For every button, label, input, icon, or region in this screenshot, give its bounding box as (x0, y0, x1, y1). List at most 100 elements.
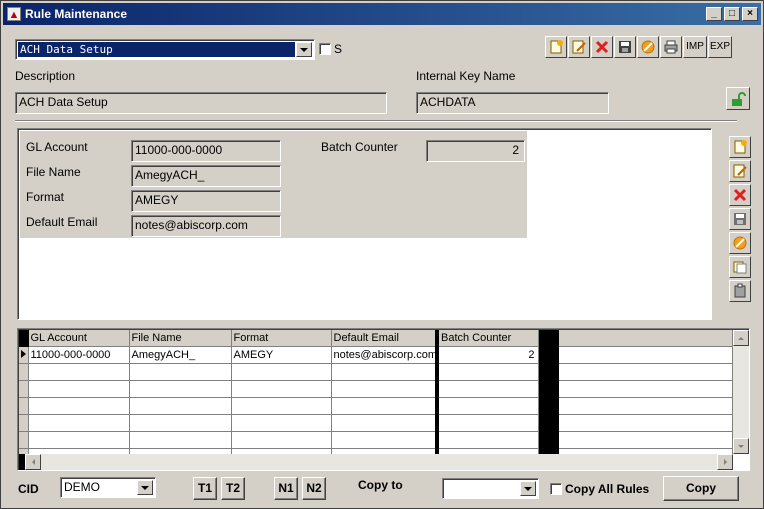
format-field[interactable]: AMEGY (131, 190, 281, 212)
scroll-down-button[interactable] (733, 438, 749, 454)
clipboard-icon (734, 283, 746, 298)
grid-horizontal-scrollbar[interactable] (19, 454, 733, 470)
cid-select-value: DEMO (64, 480, 100, 494)
floppy-disk-icon (619, 41, 631, 53)
floppy-disk-icon (734, 213, 746, 225)
maximize-button[interactable]: □ (724, 7, 740, 21)
grid-header-empty (558, 330, 733, 347)
grid-col-batch-counter[interactable]: Batch Counter (435, 330, 539, 347)
side-delete-button[interactable] (729, 184, 751, 206)
n1-button[interactable]: N1 (274, 477, 298, 500)
cell-gl-account[interactable]: 11000-000-0000 (28, 346, 130, 364)
description-label: Description (15, 69, 76, 83)
table-row[interactable] (19, 363, 733, 381)
rule-select-dropdown-button[interactable] (296, 42, 312, 57)
file-name-field[interactable]: AmegyACH_ (131, 165, 281, 187)
save-button[interactable] (614, 36, 636, 58)
table-row[interactable] (19, 380, 733, 398)
row-pointer-icon (21, 349, 26, 358)
table-row[interactable] (19, 431, 733, 449)
grid-col-gl-account[interactable]: GL Account (28, 330, 130, 347)
copy-to-dropdown-button[interactable] (520, 481, 536, 496)
cell-file-name[interactable]: AmegyACH_ (129, 346, 232, 364)
scroll-left-button[interactable] (25, 454, 41, 470)
description-field[interactable]: ACH Data Setup (15, 92, 387, 114)
chevron-down-icon (141, 485, 149, 490)
s-checkbox[interactable] (319, 43, 331, 55)
new-document-icon (734, 140, 747, 154)
export-button[interactable]: EXP (708, 36, 732, 58)
batch-counter-label: Batch Counter (321, 140, 398, 154)
header-divider (15, 120, 737, 122)
delete-record-button[interactable] (591, 36, 613, 58)
print-button[interactable] (660, 36, 682, 58)
grid-header-spacer (538, 330, 559, 347)
side-save-button[interactable] (729, 208, 751, 230)
details-panel: GL Account 11000-000-0000 File Name Ameg… (17, 128, 712, 320)
import-button[interactable]: IMP (683, 36, 707, 58)
gl-account-field[interactable]: 11000-000-0000 (131, 140, 281, 162)
grid-col-default-email[interactable]: Default Email (331, 330, 438, 347)
rules-grid: GL Account File Name Format Default Emai… (17, 328, 750, 471)
copy-all-rules-checkbox[interactable] (550, 483, 562, 495)
table-row[interactable]: 11000-000-0000 AmegyACH_ AMEGY notes@abi… (19, 346, 733, 364)
cell-batch-counter[interactable]: 2 (435, 346, 539, 364)
cid-label: CID (18, 482, 39, 496)
grid-header-indicator (19, 330, 29, 347)
printer-icon (664, 40, 678, 54)
rule-select[interactable]: ACH Data Setup (15, 39, 315, 60)
side-toolbar (729, 136, 751, 302)
delete-x-icon (733, 188, 747, 202)
cell-default-email[interactable]: notes@abiscorp.com (331, 346, 438, 364)
rule-select-value: ACH Data Setup (18, 42, 295, 57)
grid-col-format[interactable]: Format (231, 330, 332, 347)
unlock-padlock-icon (732, 91, 746, 106)
cancel-circle-icon (641, 40, 655, 54)
n2-button[interactable]: N2 (302, 477, 326, 500)
copy-all-rules-label: Copy All Rules (565, 482, 650, 496)
edit-record-button[interactable] (568, 36, 590, 58)
scroll-right-button[interactable] (717, 454, 733, 470)
cancel-button[interactable] (637, 36, 659, 58)
grid-vertical-scrollbar[interactable] (733, 330, 749, 454)
t1-button[interactable]: T1 (193, 477, 217, 500)
internal-key-field[interactable]: ACHDATA (416, 92, 609, 114)
side-new-button[interactable] (729, 136, 751, 158)
minimize-button[interactable]: _ (706, 7, 722, 21)
arrow-down-icon (738, 444, 744, 448)
copy-to-select-value (446, 481, 519, 496)
batch-counter-field[interactable]: 2 (426, 140, 525, 162)
t2-button[interactable]: T2 (221, 477, 245, 500)
file-name-label: File Name (26, 165, 81, 179)
grid-col-file-name[interactable]: File Name (129, 330, 232, 347)
new-record-button[interactable] (545, 36, 567, 58)
table-row[interactable] (19, 397, 733, 415)
side-edit-button[interactable] (729, 160, 751, 182)
copy-to-label: Copy to (358, 478, 403, 492)
default-email-field[interactable]: notes@abiscorp.com (131, 215, 281, 237)
gl-account-label: GL Account (26, 140, 88, 154)
window-title: Rule Maintenance (25, 7, 128, 21)
unlock-button[interactable] (726, 87, 750, 110)
close-window-button[interactable]: × (742, 7, 758, 21)
table-row[interactable] (19, 414, 733, 432)
side-copy-button[interactable] (729, 256, 751, 278)
cell-format[interactable]: AMEGY (231, 346, 332, 364)
copy-button[interactable]: Copy (663, 476, 739, 501)
app-icon: ▲ (7, 7, 21, 21)
cid-select[interactable]: DEMO (60, 477, 156, 498)
delete-x-icon (595, 40, 609, 54)
side-cancel-button[interactable] (729, 232, 751, 254)
cid-dropdown-button[interactable] (137, 480, 153, 495)
grid-header-row: GL Account File Name Format Default Emai… (19, 330, 733, 347)
side-paste-button[interactable] (729, 280, 751, 302)
copy-to-select[interactable] (442, 478, 539, 499)
edit-document-icon (572, 40, 586, 54)
scroll-up-button[interactable] (733, 330, 749, 346)
title-bar: ▲ Rule Maintenance _ □ × (3, 3, 761, 25)
details-form: GL Account 11000-000-0000 File Name Ameg… (20, 131, 527, 238)
internal-key-label: Internal Key Name (416, 69, 516, 83)
row-indicator (19, 346, 29, 364)
arrow-right-icon (723, 459, 727, 465)
new-document-icon (550, 40, 563, 54)
